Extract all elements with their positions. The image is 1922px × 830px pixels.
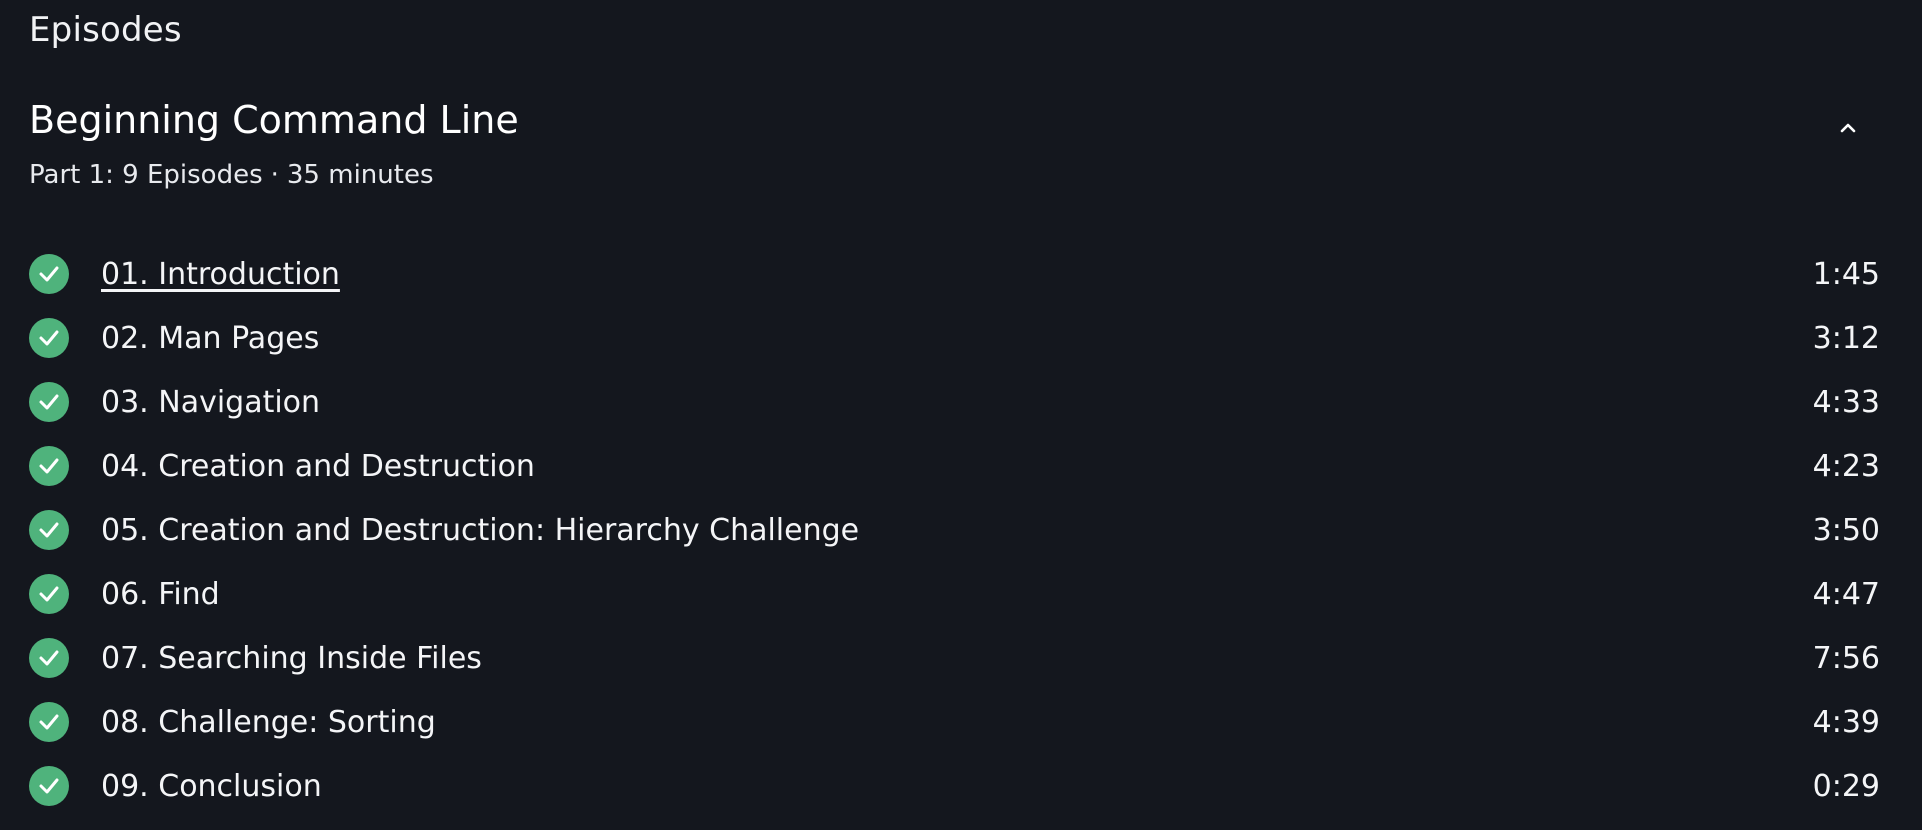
episode-row[interactable]: 03. Navigation 4:33 [29,370,1880,434]
episode-title-link[interactable]: 07. Searching Inside Files [101,641,1813,676]
episode-row[interactable]: 02. Man Pages 3:12 [29,306,1880,370]
episode-duration: 0:29 [1812,768,1880,804]
episode-title-link[interactable]: 03. Navigation [101,385,1813,420]
course-part-info: Part 1: 9 Episodes [29,160,263,190]
episode-duration: 1:45 [1812,256,1880,292]
episode-row[interactable]: 08. Challenge: Sorting 4:39 [29,690,1880,754]
episode-title-link[interactable]: 08. Challenge: Sorting [101,705,1813,740]
completed-check-icon [29,254,69,294]
course-meta: Part 1: 9 Episodes · 35 minutes [29,160,433,190]
episode-title-link[interactable]: 04. Creation and Destruction [101,449,1813,484]
completed-check-icon [29,638,69,678]
episode-title-link[interactable]: 05. Creation and Destruction: Hierarchy … [101,513,1813,548]
episode-list: 01. Introduction 1:45 02. Man Pages 3:12… [29,242,1880,818]
episode-duration: 7:56 [1812,640,1880,676]
page-title: Episodes [29,10,182,50]
completed-check-icon [29,766,69,806]
completed-check-icon [29,318,69,358]
episode-row[interactable]: 04. Creation and Destruction 4:23 [29,434,1880,498]
course-title: Beginning Command Line [29,98,519,142]
episode-duration: 3:50 [1812,512,1880,548]
episode-duration: 3:12 [1812,320,1880,356]
meta-separator: · [270,160,279,190]
episode-duration: 4:47 [1812,576,1880,612]
episode-row[interactable]: 09. Conclusion 0:29 [29,754,1880,818]
episode-title-link[interactable]: 02. Man Pages [101,321,1813,356]
completed-check-icon [29,446,69,486]
episode-duration: 4:39 [1812,704,1880,740]
episode-row[interactable]: 05. Creation and Destruction: Hierarchy … [29,498,1880,562]
completed-check-icon [29,510,69,550]
episode-row[interactable]: 06. Find 4:47 [29,562,1880,626]
episode-row[interactable]: 01. Introduction 1:45 [29,242,1880,306]
episode-row[interactable]: 07. Searching Inside Files 7:56 [29,626,1880,690]
collapse-section-button[interactable] [1832,112,1864,144]
episode-title-link[interactable]: 06. Find [101,577,1813,612]
completed-check-icon [29,382,69,422]
episodes-page: Episodes Beginning Command Line Part 1: … [0,0,1922,830]
episode-duration: 4:33 [1812,384,1880,420]
episode-title-link[interactable]: 09. Conclusion [101,769,1813,804]
completed-check-icon [29,702,69,742]
episode-duration: 4:23 [1812,448,1880,484]
chevron-up-icon [1840,123,1856,133]
course-length: 35 minutes [286,160,434,190]
episode-title-link[interactable]: 01. Introduction [101,257,1813,292]
completed-check-icon [29,574,69,614]
